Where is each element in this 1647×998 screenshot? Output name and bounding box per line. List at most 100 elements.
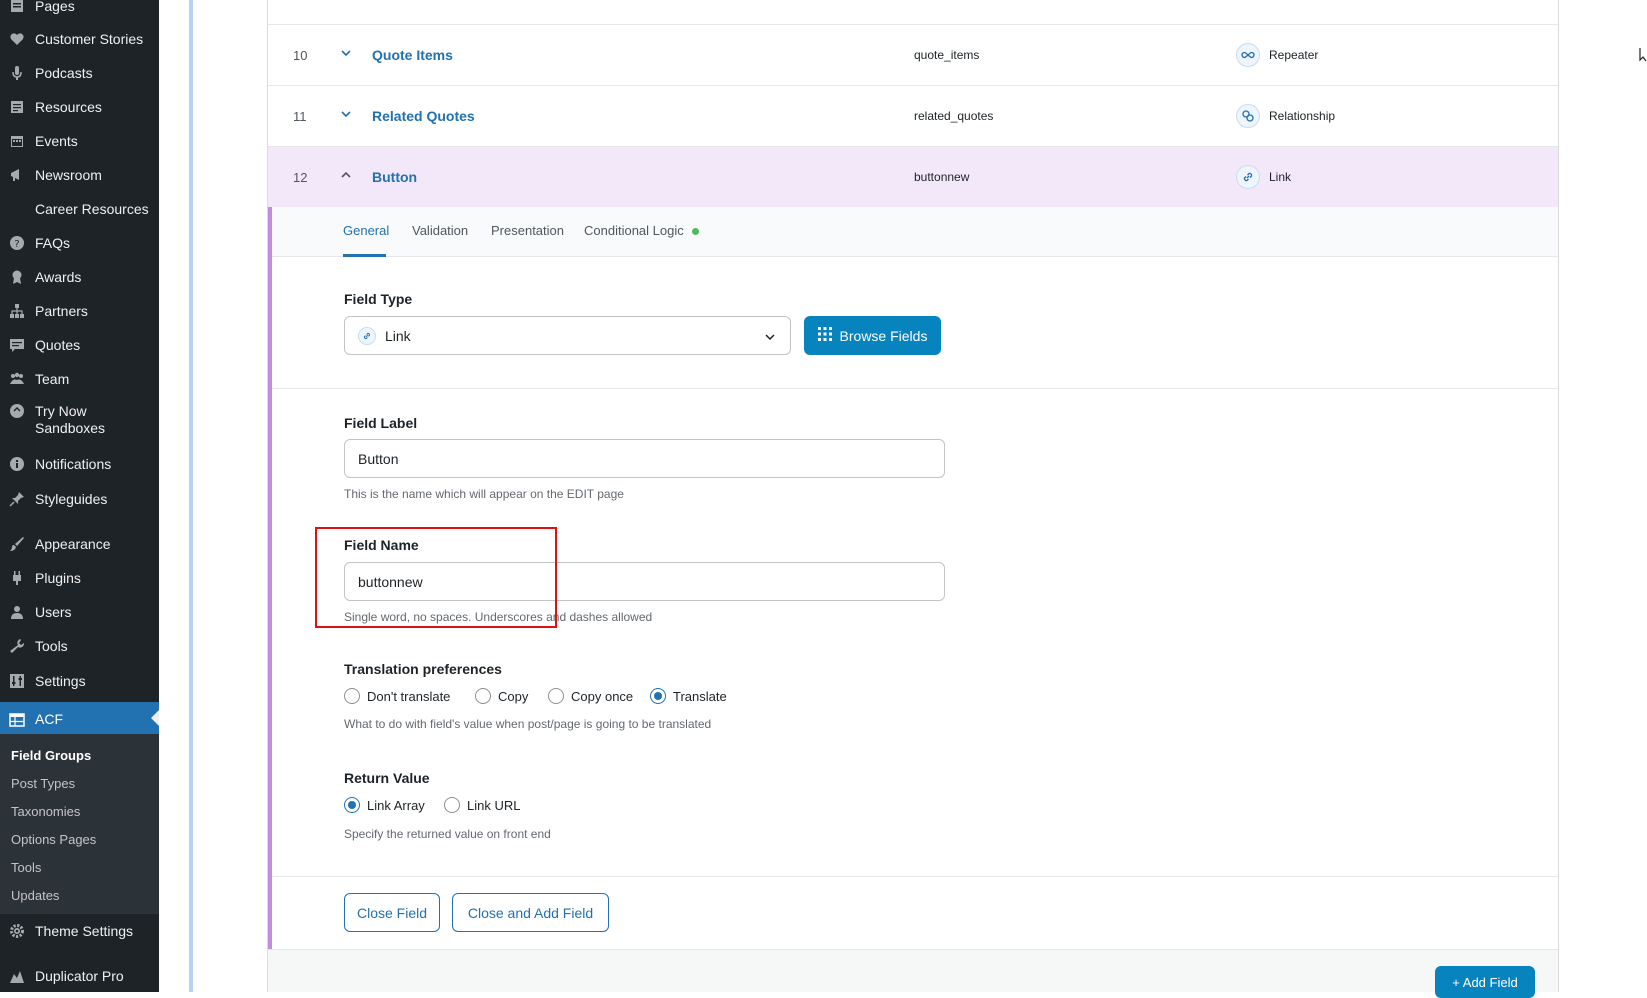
sidebar-item-plugins[interactable]: Plugins (0, 562, 159, 594)
grid-icon (817, 327, 832, 344)
divider (272, 388, 1558, 389)
microphone-icon (8, 64, 26, 82)
link-icon (358, 326, 376, 345)
field-label-input[interactable]: Button (344, 439, 945, 478)
field-row[interactable]: 10 Quote Items quote_items Repeater (268, 24, 1558, 85)
sidebar-item-career-resources[interactable]: Career Resources (0, 193, 159, 225)
mouse-cursor-icon (1639, 47, 1647, 68)
sidebar-item-settings[interactable]: Settings (0, 665, 159, 697)
close-and-add-field-button[interactable]: Close and Add Field (452, 893, 609, 932)
tab-general[interactable]: General (343, 223, 389, 238)
sidebar-item-awards[interactable]: Awards (0, 261, 159, 293)
add-field-button[interactable]: + Add Field (1435, 966, 1535, 998)
field-row[interactable]: 11 Related Quotes related_quotes Relatio… (268, 85, 1558, 146)
field-label-link[interactable]: Related Quotes (372, 108, 475, 124)
sidebar-item-label: Appearance (35, 535, 111, 552)
calendar-icon (8, 132, 26, 150)
field-key: quote_items (914, 48, 980, 62)
radio-label: Link Array (367, 797, 425, 813)
sidebar-item-label: Quotes (35, 336, 81, 353)
radio-copy-once[interactable]: Copy once (548, 688, 633, 704)
tab-presentation[interactable]: Presentation (491, 223, 564, 238)
sidebar-item-notifications[interactable]: Notifications (0, 448, 159, 480)
sidebar-item-label: Duplicator Pro (35, 967, 124, 984)
heart-icon (8, 30, 26, 48)
sidebar-item-tools[interactable]: Tools (0, 630, 159, 662)
link-icon (1236, 165, 1260, 189)
sidebar-item-customer-stories[interactable]: Customer Stories (0, 23, 159, 55)
sidebar-item-label: Customer Stories (35, 30, 144, 47)
tab-conditional-logic[interactable]: Conditional Logic (584, 223, 684, 238)
sidebar-item-partners[interactable]: Partners (0, 295, 159, 327)
gear-icon (8, 922, 26, 940)
chevron-down-icon[interactable] (340, 108, 352, 120)
sidebar-item-label: Partners (35, 302, 88, 319)
chevron-up-icon[interactable] (340, 169, 352, 181)
sidebar-item-appearance[interactable]: Appearance (0, 528, 159, 560)
document-icon (8, 98, 26, 116)
sidebar-item-newsroom[interactable]: Newsroom (0, 159, 159, 191)
sidebar-item-label: Tools (35, 637, 68, 654)
sidebar-item-acf[interactable]: ACF (0, 702, 159, 737)
relationship-icon (1236, 104, 1260, 128)
quote-icon (8, 336, 26, 354)
chevron-down-icon[interactable] (340, 47, 352, 59)
radio-circle-selected (344, 797, 360, 813)
submenu-field-groups[interactable]: Field Groups (11, 748, 91, 763)
submenu-taxonomies[interactable]: Taxonomies (11, 804, 80, 819)
sidebar-item-faqs[interactable]: ? FAQs (0, 227, 159, 259)
sidebar-item-resources[interactable]: Resources (0, 91, 159, 123)
field-type: Link (1269, 170, 1292, 184)
field-order: 11 (293, 108, 307, 124)
submenu-post-types[interactable]: Post Types (11, 776, 75, 791)
field-type-select[interactable]: Link (344, 316, 791, 355)
field-row-open[interactable]: 12 Button buttonnew Link (268, 146, 1558, 207)
radio-link-url[interactable]: Link URL (444, 797, 520, 813)
field-type-value: Link (385, 327, 411, 344)
admin-sidebar: Pages Customer Stories Podcasts Resource… (0, 0, 159, 992)
sidebar-item-label: Career Resources (35, 200, 149, 217)
close-field-button[interactable]: Close Field (344, 893, 440, 932)
radio-circle (344, 688, 360, 704)
wrench-icon (8, 637, 26, 655)
radio-copy[interactable]: Copy (475, 688, 528, 704)
field-list-footer (268, 949, 1558, 992)
sidebar-item-team[interactable]: Team (0, 363, 159, 395)
active-tab-indicator (343, 254, 386, 257)
sidebar-item-label: Pages (35, 0, 75, 14)
field-label-link[interactable]: Quote Items (372, 47, 453, 63)
radio-translate[interactable]: Translate (650, 688, 727, 704)
sidebar-item-duplicator-pro[interactable]: Duplicator Pro (0, 960, 159, 992)
acf-submenu: Field Groups Post Types Taxonomies Optio… (0, 734, 159, 914)
sidebar-item-try-now-sandboxes[interactable]: Try Now Sandboxes (0, 398, 159, 442)
browse-fields-button[interactable]: Browse Fields (804, 316, 941, 355)
table-icon (8, 711, 26, 729)
help-icon: ? (8, 234, 26, 252)
tab-validation[interactable]: Validation (412, 223, 468, 238)
sidebar-item-events[interactable]: Events (0, 125, 159, 157)
submenu-tools[interactable]: Tools (11, 860, 41, 875)
sidebar-item-label: Theme Settings (35, 922, 134, 939)
radio-label: Copy once (571, 688, 634, 704)
sidebar-item-label: Resources (35, 98, 102, 115)
submenu-options-pages[interactable]: Options Pages (11, 832, 96, 847)
brush-icon (8, 535, 26, 553)
submenu-updates[interactable]: Updates (11, 888, 59, 903)
sidebar-item-label: ACF (35, 711, 63, 727)
field-label-link[interactable]: Button (372, 169, 417, 185)
radio-link-array[interactable]: Link Array (344, 797, 425, 813)
sidebar-item-theme-settings[interactable]: Theme Settings (0, 915, 159, 947)
field-key: buttonnew (914, 170, 970, 184)
sidebar-item-pages[interactable]: Pages (0, 0, 159, 22)
radio-dont-translate[interactable]: Don't translate (344, 688, 450, 704)
sidebar-item-podcasts[interactable]: Podcasts (0, 57, 159, 89)
sidebar-item-quotes[interactable]: Quotes (0, 329, 159, 361)
pages-icon (8, 0, 26, 15)
field-order: 10 (293, 47, 308, 63)
sidebar-item-label: Team (35, 370, 70, 387)
sidebar-item-styleguides[interactable]: Styleguides (0, 483, 159, 515)
sidebar-item-label: Plugins (35, 569, 81, 586)
radio-label: Translate (673, 688, 727, 704)
sidebar-item-label: FAQs (35, 234, 71, 251)
sidebar-item-users[interactable]: Users (0, 596, 159, 628)
